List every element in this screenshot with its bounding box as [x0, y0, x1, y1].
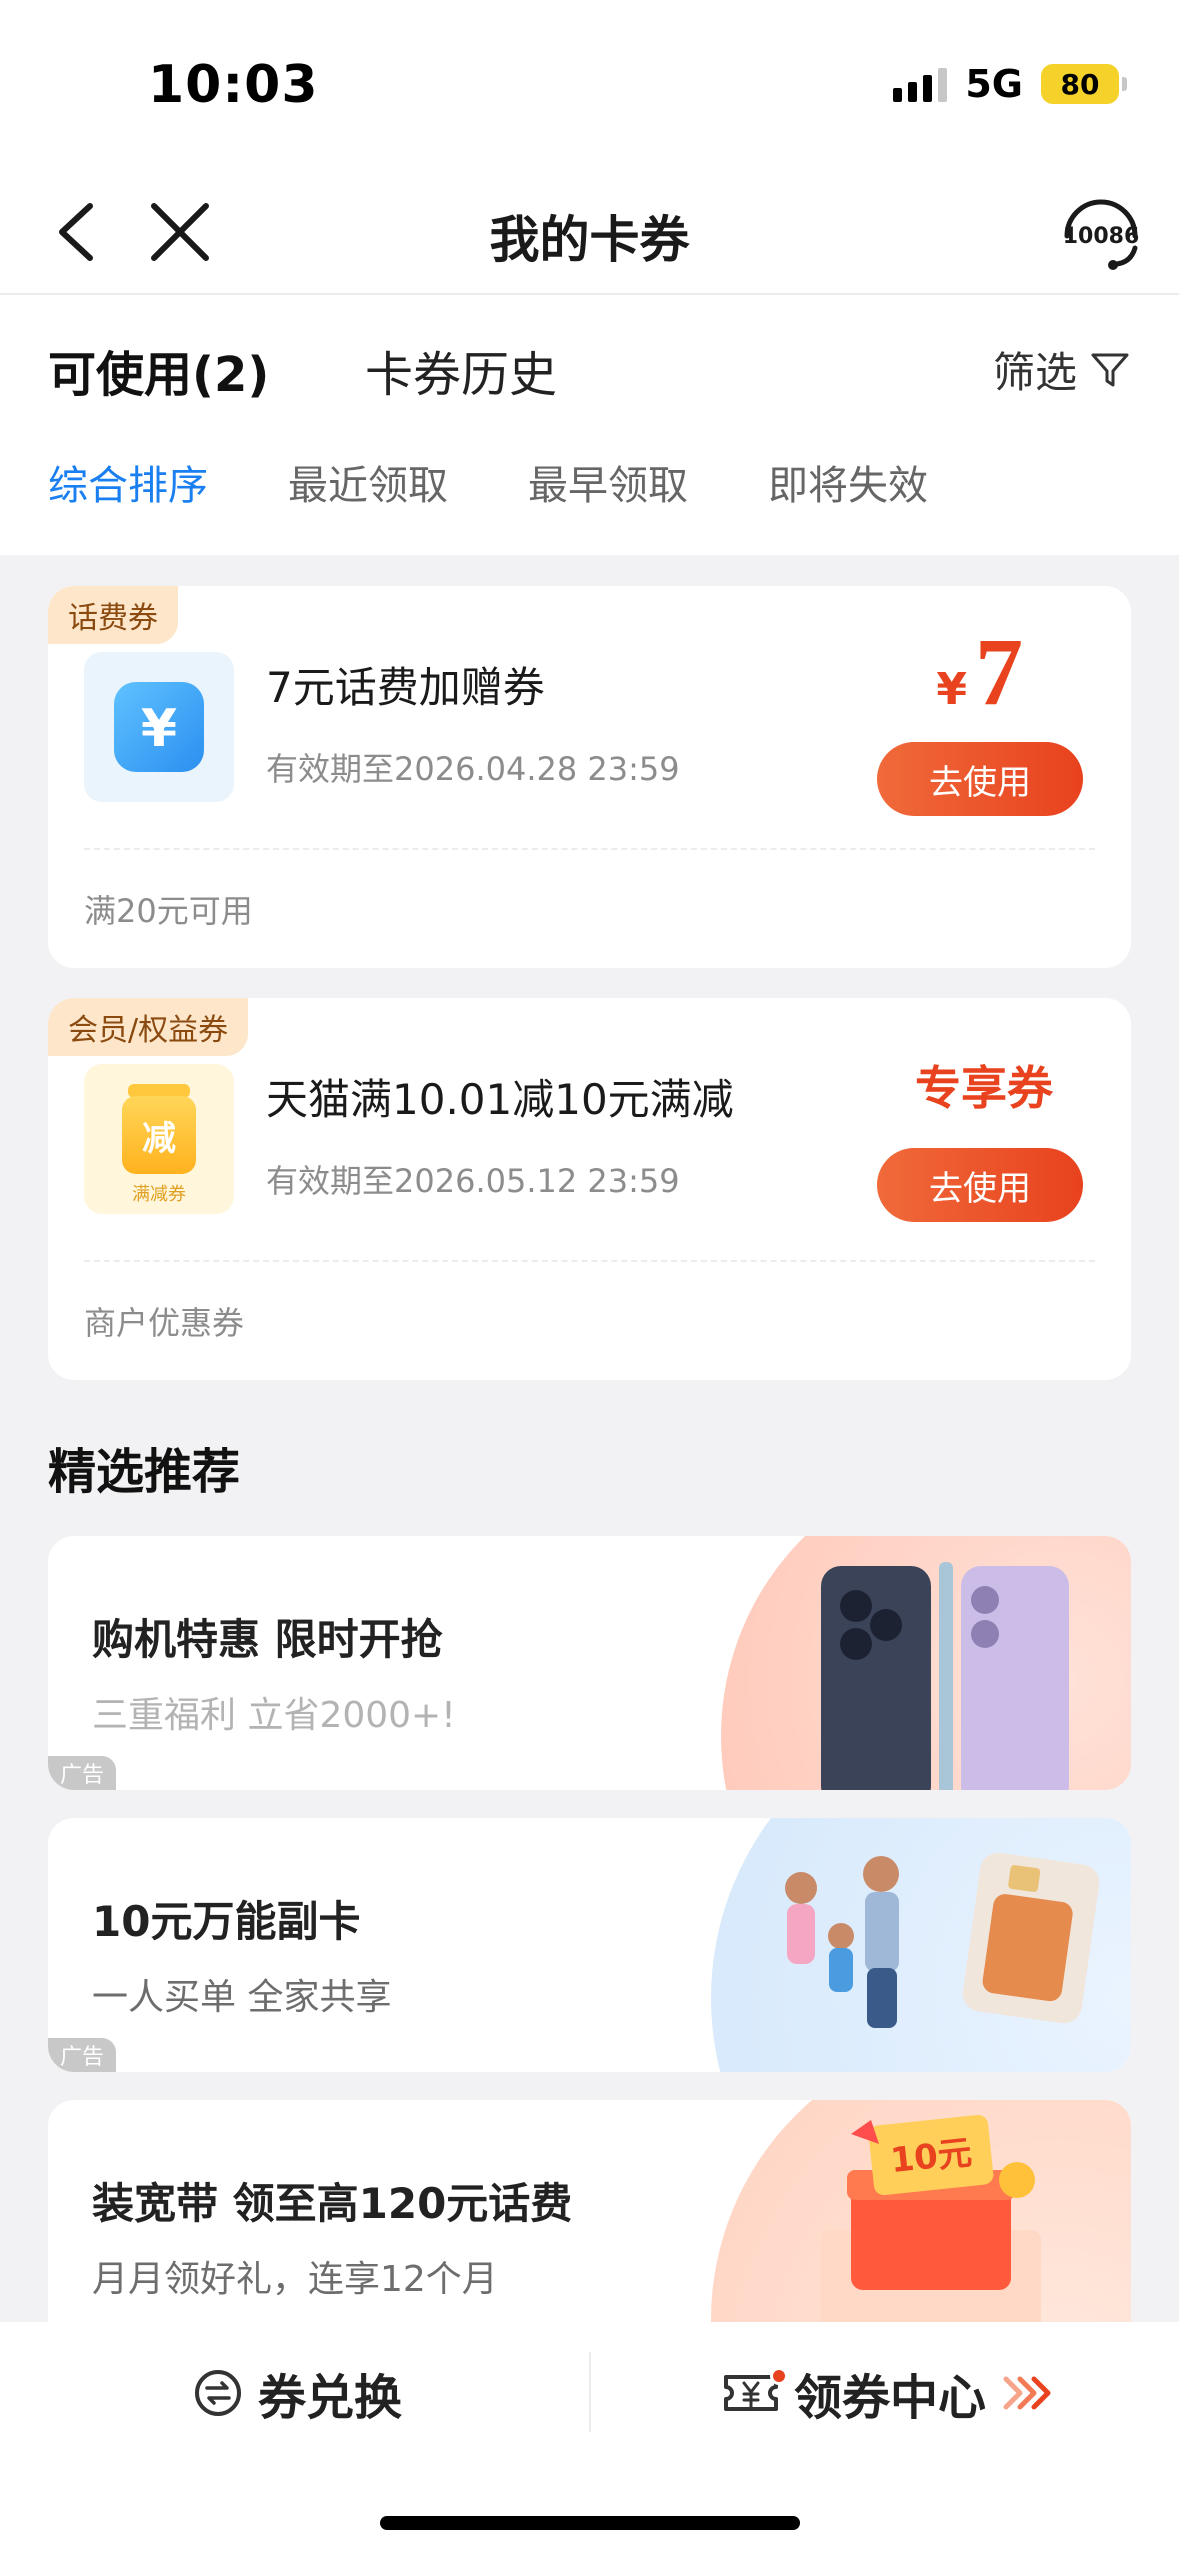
section-title: 精选推荐 — [48, 1444, 241, 1500]
coupon-image: 减 满减券 — [84, 1064, 234, 1214]
status-bar: 10:03 5G 80 — [0, 0, 1179, 170]
sort-earliest[interactable]: 最早领取 — [528, 453, 688, 511]
promo-card-broadband[interactable]: 装宽带 领至高120元话费 月月领好礼，连享12个月 10元 — [48, 2100, 1131, 2354]
status-indicators: 5G 80 — [893, 62, 1127, 106]
coupon-divider — [84, 848, 1095, 850]
promo-title: 购机特惠 限时开抢 — [92, 1615, 443, 1664]
filter-label: 筛选 — [992, 348, 1077, 397]
promo-title: 装宽带 领至高120元话费 — [92, 2179, 573, 2228]
sort-options: 综合排序 最近领取 最早领取 即将失效 — [48, 453, 928, 511]
coupon-center-icon-wrap — [722, 2367, 788, 2419]
funnel-icon — [1091, 353, 1129, 386]
exchange-label: 券兑换 — [258, 2370, 403, 2426]
page-title: 我的卡券 — [489, 211, 690, 269]
use-button[interactable]: 去使用 — [877, 742, 1083, 816]
home-indicator — [380, 2516, 800, 2530]
filter-button[interactable]: 筛选 — [993, 339, 1131, 400]
promo-title: 10元万能副卡 — [92, 1897, 361, 1946]
chevron-right-icon — [1003, 2376, 1051, 2410]
promo-card-sim[interactable]: 10元万能副卡 一人买单 全家共享 广告 — [48, 1818, 1131, 2072]
promo-card-phone[interactable]: 购机特惠 限时开抢 三重福利 立省2000+! 广告 — [48, 1536, 1131, 1790]
coupon-center-button[interactable]: 领券中心 — [722, 2348, 1056, 2438]
coupon-tag: 会员/权益券 — [48, 998, 249, 1056]
coupon-validity: 有效期至2026.05.12 23:59 — [266, 1162, 680, 1200]
coupon-card[interactable]: 话费券 ¥ 7元话费加赠券 有效期至2026.04.28 23:59 ¥ 7 去… — [48, 586, 1131, 968]
coupon-icon-char: ¥ — [141, 699, 177, 759]
coupon-icon-caption: 满减券 — [132, 1184, 186, 1205]
phones-illustration — [721, 1536, 1131, 1790]
amount-value: 7 — [975, 618, 1023, 725]
coupon-condition: 满20元可用 — [84, 892, 253, 930]
coupon-title: 7元话费加赠券 — [266, 663, 545, 712]
currency-symbol: ¥ — [936, 664, 967, 715]
family-sim-illustration — [711, 1818, 1131, 2072]
gift-box-illustration: 10元 — [711, 2100, 1131, 2354]
battery-level: 80 — [1060, 67, 1100, 101]
battery-icon: 80 — [1041, 64, 1127, 104]
exchange-icon — [195, 2370, 241, 2416]
sort-recent[interactable]: 最近领取 — [288, 453, 448, 511]
coupon-divider — [84, 1260, 1095, 1262]
coupon-validity: 有效期至2026.04.28 23:59 — [266, 750, 680, 788]
tab-available[interactable]: 可使用(2) — [48, 335, 269, 405]
coupon-card[interactable]: 会员/权益券 减 满减券 天猫满10.01减10元满减 有效期至2026.05.… — [48, 998, 1131, 1380]
coupon-icon-char: 减 — [142, 1119, 176, 1159]
coupon-image: ¥ — [84, 652, 234, 802]
customer-service-icon[interactable]: 10086 — [1053, 184, 1149, 280]
nav-bar: 我的卡券 10086 — [0, 170, 1179, 295]
ad-badge: 广告 — [48, 2038, 117, 2072]
coupon-title: 天猫满10.01减10元满减 — [266, 1075, 734, 1124]
tab-history[interactable]: 卡券历史 — [365, 335, 557, 405]
use-button[interactable]: 去使用 — [877, 1148, 1083, 1222]
signal-icon — [893, 66, 948, 102]
coupon-condition: 商户优惠券 — [84, 1304, 245, 1342]
network-label: 5G — [965, 62, 1023, 106]
exclusive-label: 专享券 — [915, 1061, 1053, 1115]
notification-dot — [770, 2367, 788, 2385]
promo-subtitle: 一人买单 全家共享 — [92, 1977, 392, 2018]
discount-jar-icon: 减 满减券 — [122, 1084, 196, 1205]
bottom-separator — [589, 2352, 591, 2432]
service-label: 10086 — [1063, 224, 1140, 249]
status-time: 10:03 — [148, 55, 319, 115]
yuan-icon: ¥ — [114, 682, 204, 772]
gift-amount: 10元 — [889, 2133, 974, 2181]
coupon-tag: 话费券 — [48, 586, 178, 644]
tabs-area: 可使用(2) 卡券历史 筛选 综合排序 最近领取 最早领取 即将失效 — [0, 295, 1179, 555]
coupon-center-label: 领券中心 — [794, 2370, 987, 2426]
promo-subtitle: 三重福利 立省2000+! — [92, 1695, 456, 1736]
ad-badge: 广告 — [48, 1756, 117, 1790]
coupon-amount: ¥ 7 — [936, 616, 1023, 727]
promo-subtitle: 月月领好礼，连享12个月 — [92, 2259, 498, 2300]
sort-expiring[interactable]: 即将失效 — [768, 453, 928, 511]
exchange-button[interactable]: 券兑换 — [192, 2348, 402, 2438]
sort-comprehensive[interactable]: 综合排序 — [48, 453, 208, 511]
